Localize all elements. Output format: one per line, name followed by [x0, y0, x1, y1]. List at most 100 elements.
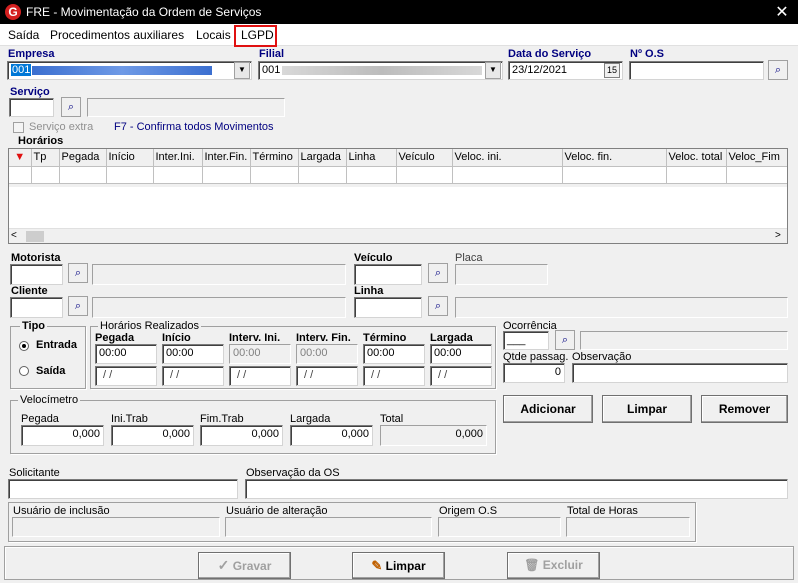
- total-horas-field: [566, 517, 690, 537]
- tipo-saida-label: Saída: [36, 365, 66, 377]
- horarios-label: Horários: [18, 135, 64, 147]
- motorista-label: Motorista: [11, 252, 61, 264]
- data-servico-value: 23/12/2021: [512, 64, 568, 76]
- lgpd-highlight: [234, 25, 277, 47]
- qtde-passag-field[interactable]: 0: [503, 363, 565, 383]
- realizado-pegada-date[interactable]: / /: [95, 366, 157, 386]
- chevron-down-icon[interactable]: ▼: [485, 62, 501, 79]
- remover-button[interactable]: Remover: [701, 395, 788, 423]
- usuario-inclusao-label: Usuário de inclusão: [13, 505, 110, 517]
- placa-field: [455, 264, 548, 285]
- realizado-termino-date-value: / /: [371, 369, 381, 381]
- check-icon: ✓: [217, 557, 230, 573]
- broom-icon: ✎: [371, 558, 383, 573]
- solicitante-field[interactable]: [8, 479, 238, 499]
- servico-field[interactable]: [9, 98, 54, 117]
- realizado-pegada-time-value: 00:00: [99, 347, 127, 359]
- col-veloc-fim[interactable]: Veloc_Fim: [726, 149, 787, 167]
- trash-icon: 🗑: [524, 558, 540, 572]
- col-inter-ini[interactable]: Inter.Ini.: [153, 149, 203, 167]
- realizado-termino-date[interactable]: / /: [363, 366, 425, 386]
- realizado-pegada-time[interactable]: 00:00: [95, 344, 157, 364]
- col-pegada[interactable]: Pegada: [59, 149, 107, 167]
- velocimetro-label: Velocímetro: [18, 394, 81, 406]
- gravar-button[interactable]: ✓ Gravar: [198, 552, 291, 579]
- velo-ini-trab-field[interactable]: 0,000: [111, 425, 194, 446]
- velo-largada-field[interactable]: 0,000: [290, 425, 373, 446]
- adicionar-button[interactable]: Adicionar: [503, 395, 593, 423]
- num-os-field[interactable]: [629, 61, 764, 80]
- realizado-largada-time[interactable]: 00:00: [430, 344, 492, 364]
- velo-pegada-value: 0,000: [72, 428, 100, 440]
- close-icon[interactable]: ✕: [772, 2, 792, 22]
- realizado-inicio-date[interactable]: / /: [162, 366, 224, 386]
- col-veloc-fin[interactable]: Veloc. fin.: [562, 149, 667, 167]
- col-veiculo[interactable]: Veículo: [396, 149, 453, 167]
- col-linha[interactable]: Linha: [346, 149, 397, 167]
- scroll-left-icon[interactable]: <: [11, 230, 17, 241]
- binoculars-icon[interactable]: ⌕: [768, 60, 788, 80]
- realizado-termino-time-value: 00:00: [367, 347, 395, 359]
- binoculars-icon[interactable]: ⌕: [61, 97, 81, 117]
- velo-fim-trab-field[interactable]: 0,000: [200, 425, 283, 446]
- col-tp[interactable]: Tp: [31, 149, 60, 167]
- realizado-inicio-label: Início: [162, 332, 191, 344]
- limpar-form-button-label: Limpar: [385, 559, 426, 573]
- col-inter-fin[interactable]: Inter.Fin.: [202, 149, 251, 167]
- velo-ini-trab-value: 0,000: [162, 428, 190, 440]
- realizado-inicio-time[interactable]: 00:00: [162, 344, 224, 364]
- realizado-interv-ini-date[interactable]: / /: [229, 366, 291, 386]
- sort-indicator-icon[interactable]: ▼: [9, 149, 32, 167]
- binoculars-icon[interactable]: ⌕: [555, 330, 575, 350]
- tipo-entrada-radio[interactable]: [19, 341, 29, 351]
- tipo-saida-radio[interactable]: [19, 366, 29, 376]
- gravar-button-label: Gravar: [232, 559, 272, 573]
- limpar-form-button[interactable]: ✎ Limpar: [352, 552, 445, 579]
- binoculars-icon[interactable]: ⌕: [68, 296, 88, 316]
- servico-extra-checkbox[interactable]: [13, 122, 24, 133]
- binoculars-icon[interactable]: ⌕: [68, 263, 88, 283]
- veiculo-label: Veículo: [354, 252, 393, 264]
- velo-fim-trab-label: Fim.Trab: [200, 413, 244, 425]
- linha-label: Linha: [354, 285, 384, 297]
- horizontal-scrollbar[interactable]: < >: [9, 228, 787, 243]
- scroll-right-icon[interactable]: >: [775, 230, 781, 241]
- scrollbar-thumb[interactable]: [26, 231, 44, 242]
- realizado-largada-date[interactable]: / /: [430, 366, 492, 386]
- col-veloc-total[interactable]: Veloc. total: [666, 149, 727, 167]
- binoculars-icon[interactable]: ⌕: [428, 263, 448, 283]
- table-row[interactable]: [9, 166, 787, 184]
- menu-saida[interactable]: Saída: [8, 28, 39, 42]
- veiculo-field[interactable]: [354, 264, 422, 285]
- excluir-button[interactable]: 🗑 Excluir: [507, 552, 600, 579]
- observacao-field[interactable]: [572, 363, 788, 383]
- usuario-alteracao-field: [225, 517, 432, 537]
- cliente-field[interactable]: [10, 297, 63, 318]
- motorista-field[interactable]: [10, 264, 63, 285]
- col-veloc-ini[interactable]: Veloc. ini.: [452, 149, 563, 167]
- velo-largada-label: Largada: [290, 413, 331, 425]
- servico-extra-label: Serviço extra: [29, 121, 94, 133]
- col-termino[interactable]: Término: [250, 149, 299, 167]
- realizado-termino-time[interactable]: 00:00: [363, 344, 425, 364]
- menu-procedimentos-auxiliares[interactable]: Procedimentos auxiliares: [50, 28, 184, 42]
- realizado-largada-label: Largada: [430, 332, 473, 344]
- chevron-down-icon[interactable]: ▼: [234, 62, 250, 79]
- velo-pegada-field[interactable]: 0,000: [21, 425, 104, 446]
- realizado-interv-fin-label: Interv. Fin.: [296, 332, 351, 344]
- limpar-button[interactable]: Limpar: [602, 395, 692, 423]
- obs-os-field[interactable]: [245, 479, 788, 499]
- calendar-icon[interactable]: 15: [604, 63, 620, 78]
- horarios-grid[interactable]: ▼ Tp Pegada Início Inter.Ini. Inter.Fin.…: [8, 148, 788, 244]
- realizado-pegada-label: Pegada: [95, 332, 135, 344]
- menu-locais[interactable]: Locais: [196, 28, 231, 42]
- linha-field[interactable]: [354, 297, 422, 318]
- col-largada[interactable]: Largada: [298, 149, 347, 167]
- col-inicio[interactable]: Início: [106, 149, 154, 167]
- realizado-interv-fin-date[interactable]: / /: [296, 366, 358, 386]
- ocorrencia-field[interactable]: ___: [503, 331, 549, 350]
- realizado-interv-fin-time: 00:00: [296, 344, 358, 364]
- observacao-label: Observação: [572, 351, 632, 363]
- binoculars-icon[interactable]: ⌕: [428, 296, 448, 316]
- empresa-label: Empresa: [8, 48, 55, 60]
